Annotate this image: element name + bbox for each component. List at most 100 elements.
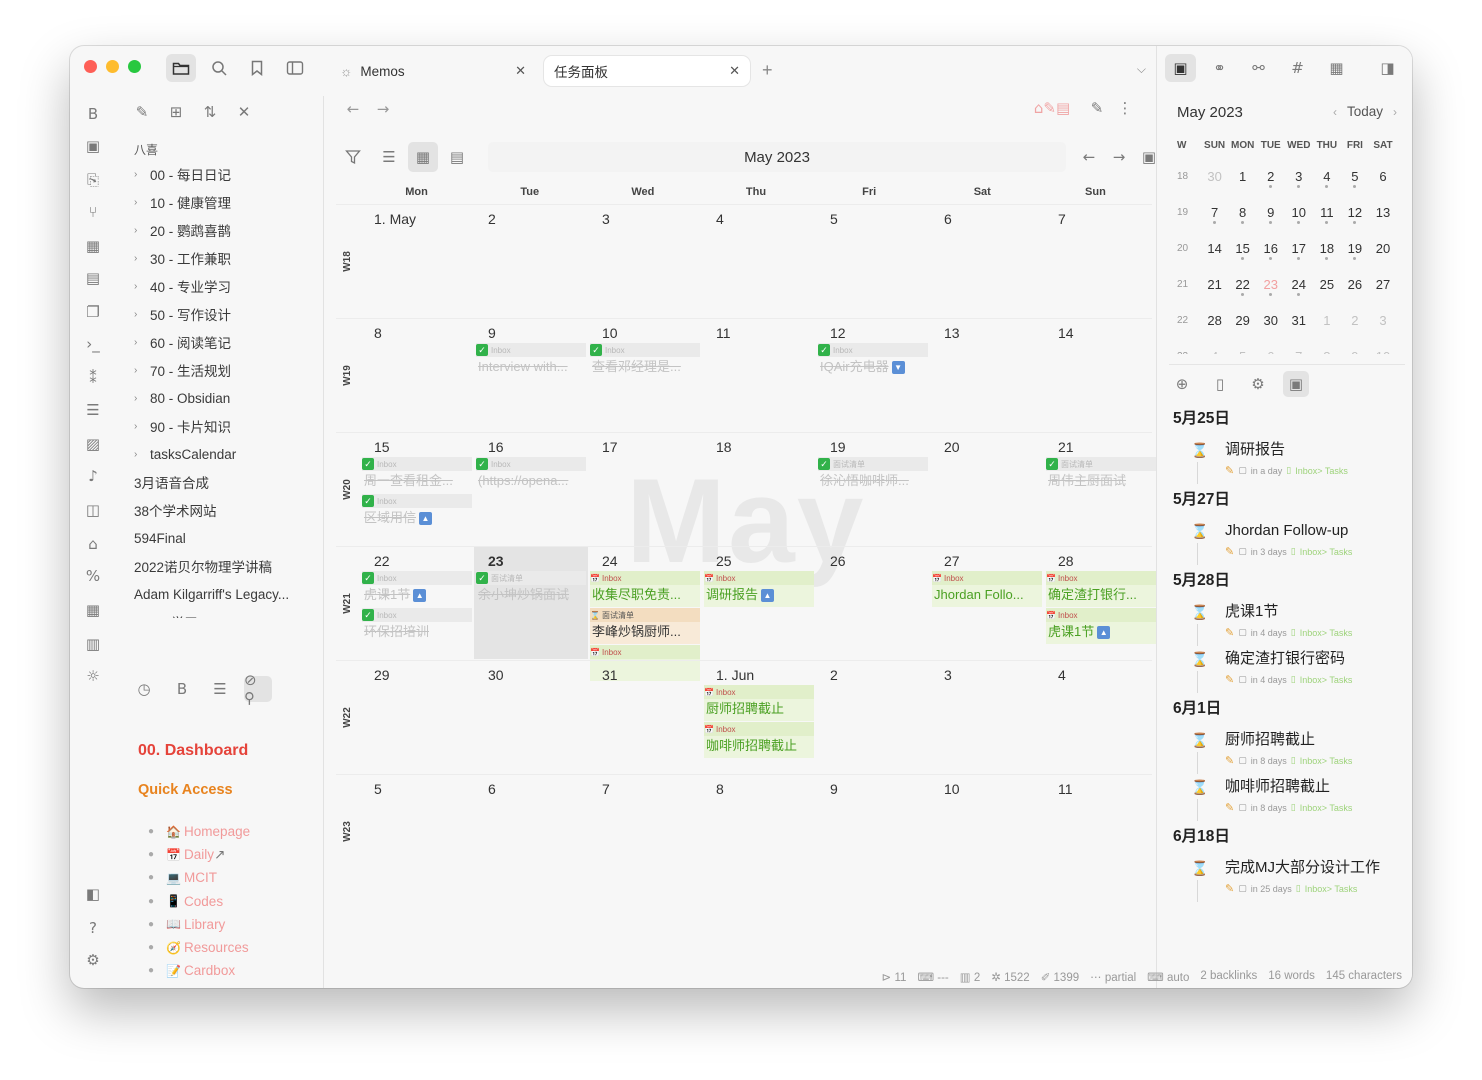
quick-access-link[interactable]: ● 📝 Cardbox bbox=[148, 959, 318, 982]
quick-access-link[interactable]: ● 🧭 Resources bbox=[148, 936, 318, 959]
day-cell[interactable]: 17 bbox=[588, 433, 702, 545]
calendar-event[interactable]: 📅 Inbox 收集尽职免责... bbox=[590, 571, 700, 607]
task-item[interactable]: ⌛ 确定渣打银行密码 ✎ ▢ in 4 days ▯ Inbox> Tasks bbox=[1173, 649, 1401, 696]
mini-day[interactable]: 30 bbox=[1257, 313, 1285, 328]
day-cell[interactable]: 23 ✓ 面试清单 余小坤炒锅面试 bbox=[474, 547, 588, 659]
outline-list-icon[interactable]: ☰ bbox=[206, 676, 234, 702]
bookmark-icon[interactable] bbox=[242, 54, 272, 82]
calendar-event[interactable]: ✓ Inbox 环保招培训 bbox=[362, 608, 472, 644]
mini-day[interactable]: 10 bbox=[1369, 349, 1397, 355]
mini-day[interactable]: 19 bbox=[1341, 241, 1369, 260]
quick-access-link[interactable]: ● 📖 Library bbox=[148, 913, 318, 936]
day-cell[interactable]: 5 bbox=[360, 775, 474, 887]
mini-day[interactable]: 1 bbox=[1313, 313, 1341, 328]
day-cell[interactable]: 8 bbox=[360, 319, 474, 431]
file-item[interactable]: ADSP学习 bbox=[134, 608, 320, 618]
card-stack-icon[interactable]: ☰ bbox=[81, 398, 105, 422]
mini-day[interactable]: 25 bbox=[1313, 277, 1341, 292]
clipboard-check-icon[interactable]: ▣ bbox=[81, 134, 105, 158]
mini-day[interactable]: 10 bbox=[1285, 205, 1313, 224]
task-source[interactable]: Inbox> Tasks bbox=[1300, 803, 1353, 813]
day-cell[interactable]: 3 bbox=[588, 205, 702, 317]
mini-day[interactable]: 3 bbox=[1369, 313, 1397, 328]
search-icon[interactable] bbox=[204, 54, 234, 82]
mini-day[interactable]: 31 bbox=[1285, 313, 1313, 328]
day-cell[interactable]: 22 ✓ Inbox 虎课1节 ▲ ✓ Inbox 环保招培训 bbox=[360, 547, 474, 659]
backlinks-icon[interactable]: ⚭ bbox=[1204, 54, 1235, 82]
week-number[interactable]: W20 bbox=[336, 433, 358, 545]
file-export-icon[interactable]: ⎘ bbox=[81, 168, 105, 192]
sidebar-toggle-icon[interactable] bbox=[280, 54, 310, 82]
calendar-event[interactable]: ✓ Inbox 区域用信 ▲ bbox=[362, 494, 472, 530]
mini-day[interactable]: 8 bbox=[1229, 205, 1257, 224]
file-item[interactable]: 38个学术网站 bbox=[134, 496, 320, 524]
folder-item[interactable]: › 90 - 卡片知识 bbox=[134, 412, 320, 440]
day-cell[interactable]: 30 bbox=[474, 661, 588, 773]
day-cell[interactable]: 6 bbox=[930, 205, 1044, 317]
day-cell[interactable]: 9 bbox=[816, 775, 930, 887]
minimize-window-button[interactable] bbox=[106, 60, 119, 73]
mini-day[interactable]: 13 bbox=[1369, 205, 1397, 220]
tags-hash-icon[interactable]: # bbox=[1282, 54, 1313, 82]
day-cell[interactable]: 10 ✓ Inbox 查看邓经理是... bbox=[588, 319, 702, 431]
file-item[interactable]: 594Final bbox=[134, 524, 320, 552]
mini-day[interactable]: 29 bbox=[1229, 313, 1257, 328]
calendar-event[interactable]: ✓ Inbox 周一查看租金... bbox=[362, 457, 472, 493]
pin-icon[interactable]: ⊘ ⚲ bbox=[244, 671, 272, 707]
mini-day[interactable]: 4 bbox=[1201, 349, 1229, 355]
terminal-icon[interactable]: ›_ bbox=[81, 332, 105, 356]
calendar-check-icon[interactable]: ▣ bbox=[1165, 54, 1196, 82]
mini-day[interactable]: 4 bbox=[1313, 169, 1341, 188]
chevron-left-icon[interactable]: ‹ bbox=[1333, 105, 1337, 119]
day-cell[interactable]: 4 bbox=[702, 205, 816, 317]
day-cell[interactable]: 16 ✓ Inbox (https://opena... bbox=[474, 433, 588, 545]
day-cell[interactable]: 8 bbox=[702, 775, 816, 887]
mini-week-number[interactable]: 23 bbox=[1177, 351, 1201, 355]
day-cell[interactable]: 5 bbox=[816, 205, 930, 317]
day-cell[interactable]: 1. May bbox=[360, 205, 474, 317]
task-item[interactable]: ⌛ 调研报告 ✎ ▢ in a day ▯ Inbox> Tasks bbox=[1173, 440, 1401, 487]
calendar-event[interactable]: 📅 Inbox 虎课1节 ▲ bbox=[1046, 608, 1156, 644]
tab-memos[interactable]: ☼ Memos ✕ bbox=[330, 56, 536, 86]
week-view-icon[interactable]: ▤ bbox=[442, 142, 472, 172]
task-source[interactable]: Inbox> Tasks bbox=[1300, 547, 1353, 557]
quick-access-link[interactable]: ● 💻 MCIT bbox=[148, 866, 318, 889]
help-icon[interactable]: ? bbox=[81, 916, 105, 940]
next-month-icon[interactable]: → bbox=[1104, 142, 1134, 172]
table-icon[interactable]: ▦ bbox=[81, 598, 105, 622]
task-item[interactable]: ⌛ 咖啡师招聘截止 ✎ ▢ in 8 days ▯ Inbox> Tasks bbox=[1173, 777, 1401, 824]
layout-icon[interactable]: ◫ bbox=[81, 498, 105, 522]
day-cell[interactable]: 3 bbox=[930, 661, 1044, 773]
back-arrow-icon[interactable]: ← bbox=[344, 100, 362, 118]
mini-day[interactable]: 18 bbox=[1313, 241, 1341, 260]
calendar-icon[interactable]: ▤ bbox=[81, 266, 105, 290]
table-icon[interactable]: ▦ bbox=[1321, 54, 1352, 82]
folder-item[interactable]: › 30 - 工作兼职 bbox=[134, 244, 320, 272]
mini-day[interactable]: 30 bbox=[1201, 169, 1229, 184]
mini-day[interactable]: 9 bbox=[1341, 349, 1369, 355]
week-number[interactable]: W18 bbox=[336, 205, 358, 317]
folder-icon[interactable] bbox=[166, 54, 196, 82]
calendar-event[interactable]: 📅 Inbox Jhordan Follo... bbox=[932, 571, 1042, 607]
microphone-icon[interactable]: ♪ bbox=[81, 464, 105, 488]
tab-task-board[interactable]: 任务面板 ✕ bbox=[544, 56, 750, 86]
calendar-day-icon[interactable]: ▥ bbox=[81, 632, 105, 656]
day-cell[interactable]: 20 bbox=[930, 433, 1044, 545]
mini-week-number[interactable]: 20 bbox=[1177, 243, 1201, 254]
day-cell[interactable]: 2 bbox=[816, 661, 930, 773]
day-cell[interactable]: 31 bbox=[588, 661, 702, 773]
quick-access-link[interactable]: ● 📱 Codes bbox=[148, 890, 318, 913]
new-folder-icon[interactable]: ⊞ bbox=[164, 100, 188, 124]
zoom-window-button[interactable] bbox=[128, 60, 141, 73]
task-item[interactable]: ⌛ 完成MJ大部分设计工作 ✎ ▢ in 25 days ▯ Inbox> Tasks bbox=[1173, 858, 1401, 905]
calendar-event[interactable]: ✓ Inbox (https://opena... bbox=[476, 457, 586, 493]
collapse-all-icon[interactable]: ✕ bbox=[232, 100, 256, 124]
month-view-icon[interactable]: ▦ bbox=[408, 142, 438, 172]
calendar-event[interactable]: ⌛ 面试清单 李峰炒锅厨师... bbox=[590, 608, 700, 644]
task-item[interactable]: ⌛ 厨师招聘截止 ✎ ▢ in 8 days ▯ Inbox> Tasks bbox=[1173, 730, 1401, 777]
calendar-event[interactable]: 📅 Inbox 确定渣打银行... bbox=[1046, 571, 1156, 607]
vault-root[interactable]: 八喜 bbox=[134, 138, 320, 160]
mini-week-number[interactable]: 19 bbox=[1177, 207, 1201, 218]
mini-day[interactable]: 6 bbox=[1369, 169, 1397, 184]
recent-files-icon[interactable]: ◷ bbox=[130, 676, 158, 702]
